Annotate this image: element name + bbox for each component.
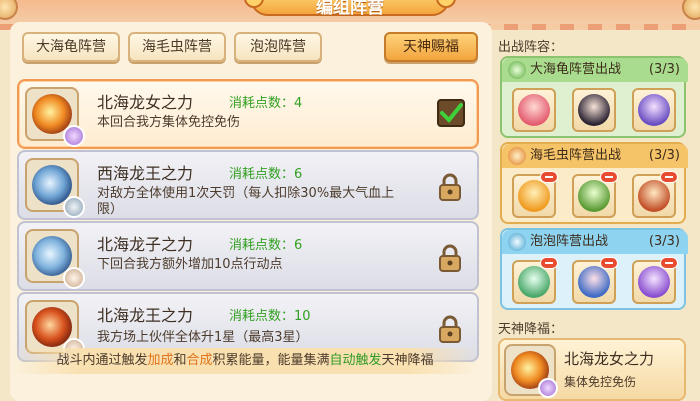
tab-bubble-camp[interactable]: 泡泡阵营: [234, 32, 322, 62]
skill-desc: 下回合我方额外增加10点行动点: [97, 257, 283, 272]
hero-slot[interactable]: [512, 257, 558, 304]
checkbox-checked-icon[interactable]: [437, 99, 465, 127]
camp-count: (3/3): [648, 62, 680, 77]
skill-name: 北海龙子之力: [97, 235, 194, 254]
camp-header: 海毛虫阵营出战 (3/3): [502, 144, 688, 168]
skill-icon-frame: [25, 158, 85, 218]
camp-header: 大海龟阵营出战 (3/3): [502, 58, 688, 82]
camp-bubble: 泡泡阵营出战 (3/3): [500, 228, 688, 310]
hero-slot[interactable]: [632, 171, 678, 218]
skill-cost: 消耗点数：6: [229, 238, 303, 253]
tab-turtle-camp[interactable]: 大海龟阵营: [22, 32, 120, 62]
skill-icon-frame: [25, 87, 85, 147]
camp-label: 海毛虫阵营出战: [530, 148, 622, 163]
turtle-icon: [508, 61, 526, 79]
hero-portrait-icon: [518, 94, 550, 126]
skill-name: 北海龙王之力: [97, 306, 194, 325]
remove-hero-icon[interactable]: [660, 171, 678, 183]
skill-desc: 对敌方全体使用1次天罚（每人扣除30%最大气血上限）: [97, 186, 395, 217]
lineup-panel: 出战阵容： 大海龟阵营出战 (3/3) 海毛虫阵营出战 (3/3) 泡泡阵营出战…: [496, 30, 690, 401]
hero-slot[interactable]: [632, 257, 678, 304]
caterpillar-icon: [508, 147, 526, 165]
tab-bar: 大海龟阵营 海毛虫阵营 泡泡阵营 天神赐福: [22, 32, 482, 66]
hero-slot[interactable]: [572, 257, 618, 304]
skill-name: 西海龙王之力: [97, 164, 194, 183]
skill-icon-frame: [25, 229, 85, 289]
skill-cost: 消耗点数：4: [229, 96, 303, 111]
lineup-title: 出战阵容：: [498, 40, 564, 55]
blessing-icon-frame: [504, 344, 558, 398]
skill-icon-frame: [25, 300, 85, 360]
hero-badge-icon: [63, 267, 85, 289]
hero-portrait-icon: [578, 266, 610, 298]
skill-desc: 本回合我方集体免控免伤: [97, 115, 241, 130]
hero-badge-icon: [63, 125, 85, 147]
blessing-desc: 集体免控免伤: [564, 375, 637, 389]
hero-portrait-icon: [518, 266, 550, 298]
blessing-title: 天神降福：: [498, 322, 564, 337]
hero-slot[interactable]: [572, 88, 616, 132]
hero-portrait-icon: [578, 94, 610, 126]
skill-name: 北海龙女之力: [97, 93, 194, 112]
camp-count: (3/3): [648, 234, 680, 249]
skill-cost: 消耗点数：10: [229, 309, 311, 324]
lock-icon: [437, 314, 463, 344]
camp-caterpillar: 海毛虫阵营出战 (3/3): [500, 142, 688, 224]
hero-portrait-icon: [518, 180, 550, 212]
remove-hero-icon[interactable]: [540, 257, 558, 269]
hero-badge-icon: [63, 196, 85, 218]
remove-hero-icon[interactable]: [540, 171, 558, 183]
remove-hero-icon[interactable]: [600, 257, 618, 269]
hero-slot[interactable]: [512, 171, 558, 218]
lock-icon: [437, 172, 463, 202]
remove-hero-icon[interactable]: [600, 171, 618, 183]
skill-row-west-dragon-king[interactable]: 西海龙王之力 消耗点数：6 对敌方全体使用1次天罚（每人扣除30%最大气血上限）: [17, 150, 479, 220]
hero-badge-icon: [538, 378, 558, 398]
skill-cost: 消耗点数：6: [229, 167, 303, 182]
hero-portrait-icon: [638, 266, 670, 298]
skill-row-north-dragon-son[interactable]: 北海龙子之力 消耗点数：6 下回合我方额外增加10点行动点: [17, 221, 479, 291]
camp-turtle: 大海龟阵营出战 (3/3): [500, 56, 688, 138]
tab-divine-blessing[interactable]: 天神赐福: [384, 32, 478, 62]
camp-label: 大海龟阵营出战: [530, 62, 622, 77]
energy-hint: 战斗内通过触发加成和合成积累能量，能量集满自动触发天神降福: [12, 348, 478, 374]
remove-hero-icon[interactable]: [660, 257, 678, 269]
page-title: 编组阵营: [250, 0, 450, 18]
camp-label: 泡泡阵营出战: [530, 234, 609, 249]
camp-header: 泡泡阵营出战 (3/3): [502, 230, 688, 254]
hero-portrait-icon: [638, 94, 670, 126]
hero-slot[interactable]: [632, 88, 676, 132]
tab-caterpillar-camp[interactable]: 海毛虫阵营: [128, 32, 226, 62]
hero-portrait-icon: [578, 180, 610, 212]
lock-icon: [437, 243, 463, 273]
hero-portrait-icon: [638, 180, 670, 212]
blessing-name: 北海龙女之力: [564, 350, 655, 368]
skill-row-north-dragon-girl[interactable]: 北海龙女之力 消耗点数：4 本回合我方集体免控免伤: [17, 79, 479, 149]
skill-desc: 我方场上伙伴全体升1星（最高3星）: [97, 330, 309, 345]
hero-slot[interactable]: [512, 88, 556, 132]
camp-count: (3/3): [648, 148, 680, 163]
hero-slot[interactable]: [572, 171, 618, 218]
bubble-icon: [508, 233, 526, 251]
current-blessing: 北海龙女之力 集体免控免伤: [498, 338, 686, 401]
